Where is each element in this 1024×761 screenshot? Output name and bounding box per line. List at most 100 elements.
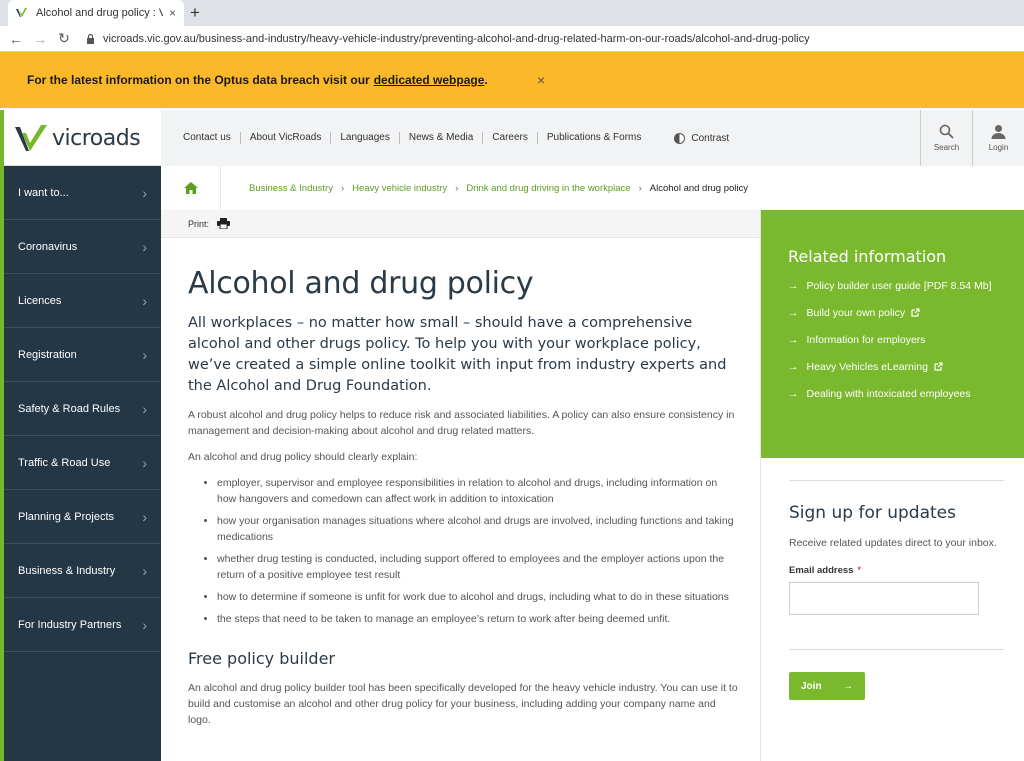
breadcrumb-separator: › xyxy=(455,182,459,194)
divider xyxy=(789,480,1004,481)
arrow-right-icon: → xyxy=(843,680,853,692)
chevron-right-icon: › xyxy=(142,400,147,417)
sidebar-item-label: Coronavirus xyxy=(18,240,78,253)
browser-tab-bar: Alcohol and drug policy : VicRoa × + xyxy=(0,0,1024,26)
related-link-policy-guide[interactable]: → Policy builder user guide [PDF 8.54 Mb… xyxy=(788,278,998,294)
sidebar-item-industry-partners[interactable]: For Industry Partners › xyxy=(4,598,161,652)
sidebar-item-label: Registration xyxy=(18,348,77,361)
related-link-elearning[interactable]: → Heavy Vehicles eLearning xyxy=(788,359,998,375)
breadcrumb-current: Alcohol and drug policy xyxy=(649,182,748,194)
arrow-right-icon: → xyxy=(788,334,799,346)
sidebar-item-label: For Industry Partners xyxy=(18,618,122,631)
close-icon[interactable]: × xyxy=(537,72,545,88)
signup-panel: Sign up for updates Receive related upda… xyxy=(789,480,1004,700)
search-label: Search xyxy=(933,143,960,152)
home-button[interactable] xyxy=(161,166,221,210)
breadcrumb-drink-drug-driving[interactable]: Drink and drug driving in the workplace xyxy=(466,183,630,194)
page-title: Alcohol and drug policy xyxy=(188,266,534,301)
tab-close-icon[interactable]: × xyxy=(169,6,176,20)
contrast-icon xyxy=(674,132,686,144)
vicroads-logo[interactable]: vicroads xyxy=(14,120,144,156)
external-link-icon xyxy=(934,362,943,371)
contrast-toggle[interactable]: Contrast xyxy=(674,132,730,144)
sidebar-item-i-want-to[interactable]: I want to... › xyxy=(4,166,161,220)
breadcrumb-separator: › xyxy=(638,182,642,194)
browser-tab[interactable]: Alcohol and drug policy : VicRoa × xyxy=(8,0,184,26)
chevron-right-icon: › xyxy=(142,454,147,471)
chevron-right-icon: › xyxy=(142,292,147,309)
careers-link[interactable]: Careers xyxy=(483,132,538,144)
home-icon xyxy=(183,182,198,194)
related-title: Related information xyxy=(788,247,947,266)
related-link-label: Information for employers xyxy=(806,334,926,346)
sidebar-item-planning-projects[interactable]: Planning & Projects › xyxy=(4,490,161,544)
sidebar-item-business-industry[interactable]: Business & Industry › xyxy=(4,544,161,598)
required-mark: * xyxy=(857,565,862,576)
print-label: Print: xyxy=(188,218,210,229)
publications-forms-link[interactable]: Publications & Forms xyxy=(538,132,650,144)
search-icon xyxy=(939,124,954,139)
sidebar-item-coronavirus[interactable]: Coronavirus › xyxy=(4,220,161,274)
sidebar-item-label: Traffic & Road Use xyxy=(18,456,111,469)
search-button[interactable]: Search xyxy=(920,110,972,166)
arrow-right-icon: → xyxy=(788,388,799,400)
divider xyxy=(789,649,1004,650)
email-label-text: Email address xyxy=(789,565,854,576)
breadcrumb-business-industry[interactable]: Business & Industry xyxy=(249,183,333,194)
related-link-label: Build your own policy xyxy=(806,307,906,319)
email-field[interactable] xyxy=(789,582,979,615)
forward-arrow-icon[interactable]: → xyxy=(28,31,52,47)
address-bar: ← → ↻ vicroads.vic.gov.au/business-and-i… xyxy=(0,26,1024,52)
contact-us-link[interactable]: Contact us xyxy=(183,132,241,144)
back-arrow-icon[interactable]: ← xyxy=(4,31,28,47)
sidebar-item-label: Business & Industry xyxy=(18,564,116,577)
sidebar-item-licences[interactable]: Licences › xyxy=(4,274,161,328)
related-link-build-policy[interactable]: → Build your own policy xyxy=(788,305,998,321)
list-item: the steps that need to be taken to manag… xyxy=(217,611,738,627)
sidebar-item-safety-road-rules[interactable]: Safety & Road Rules › xyxy=(4,382,161,436)
main-content: Alcohol and drug policy All workplaces –… xyxy=(188,238,738,728)
optus-alert-banner: For the latest information on the Optus … xyxy=(0,52,1024,108)
login-button[interactable]: Login xyxy=(972,110,1024,166)
arrow-right-icon: → xyxy=(788,361,799,373)
chevron-right-icon: › xyxy=(142,184,147,201)
print-bar: Print: xyxy=(161,210,760,238)
tab-title: Alcohol and drug policy : VicRoa xyxy=(36,7,163,19)
join-button[interactable]: Join → xyxy=(789,672,865,700)
related-information-panel: Related information → Policy builder use… xyxy=(761,210,1024,458)
related-link-intoxicated[interactable]: → Dealing with intoxicated employees xyxy=(788,386,998,402)
new-tab-button[interactable]: + xyxy=(190,3,200,23)
breadcrumb-heavy-vehicle[interactable]: Heavy vehicle industry xyxy=(352,183,447,194)
url-text: vicroads.vic.gov.au/business-and-industr… xyxy=(103,32,810,45)
related-link-label: Policy builder user guide [PDF 8.54 Mb] xyxy=(806,280,992,292)
list-item: how your organisation manages situations… xyxy=(217,513,738,545)
sidebar-nav: I want to... › Coronavirus › Licences › Reg… xyxy=(4,166,161,761)
lead-paragraph: All workplaces – no matter how small – s… xyxy=(188,315,727,394)
sidebar-item-traffic-road-use[interactable]: Traffic & Road Use › xyxy=(4,436,161,490)
url-field[interactable]: vicroads.vic.gov.au/business-and-industr… xyxy=(86,33,810,45)
body-paragraph: An alcohol and drug policy builder tool … xyxy=(188,682,738,726)
news-media-link[interactable]: News & Media xyxy=(400,132,484,144)
list-item: whether drug testing is conducted, inclu… xyxy=(217,551,738,583)
contrast-label: Contrast xyxy=(691,132,730,144)
printer-icon[interactable] xyxy=(217,218,231,229)
alert-link[interactable]: dedicated webpage xyxy=(374,73,485,87)
chevron-right-icon: › xyxy=(142,562,147,579)
chevron-right-icon: › xyxy=(142,616,147,633)
lock-icon xyxy=(87,33,94,44)
chevron-right-icon: › xyxy=(142,346,147,363)
reload-icon[interactable]: ↻ xyxy=(52,30,76,47)
list-item: employer, supervisor and employee respon… xyxy=(217,475,738,507)
related-link-employers[interactable]: → Information for employers xyxy=(788,332,998,348)
related-link-label: Dealing with intoxicated employees xyxy=(806,388,971,400)
sidebar-item-registration[interactable]: Registration › xyxy=(4,328,161,382)
about-vicroads-link[interactable]: About VicRoads xyxy=(241,132,332,144)
languages-link[interactable]: Languages xyxy=(331,132,400,144)
signup-title: Sign up for updates xyxy=(789,503,956,523)
breadcrumb: Business & Industry › Heavy vehicle indu… xyxy=(161,166,1024,210)
list-item: how to determine if someone is unfit for… xyxy=(217,589,738,605)
vicroads-favicon-icon xyxy=(16,8,27,17)
chevron-right-icon: › xyxy=(142,508,147,525)
alert-text: For the latest information on the Optus … xyxy=(27,73,370,87)
breadcrumb-separator: › xyxy=(340,182,345,194)
